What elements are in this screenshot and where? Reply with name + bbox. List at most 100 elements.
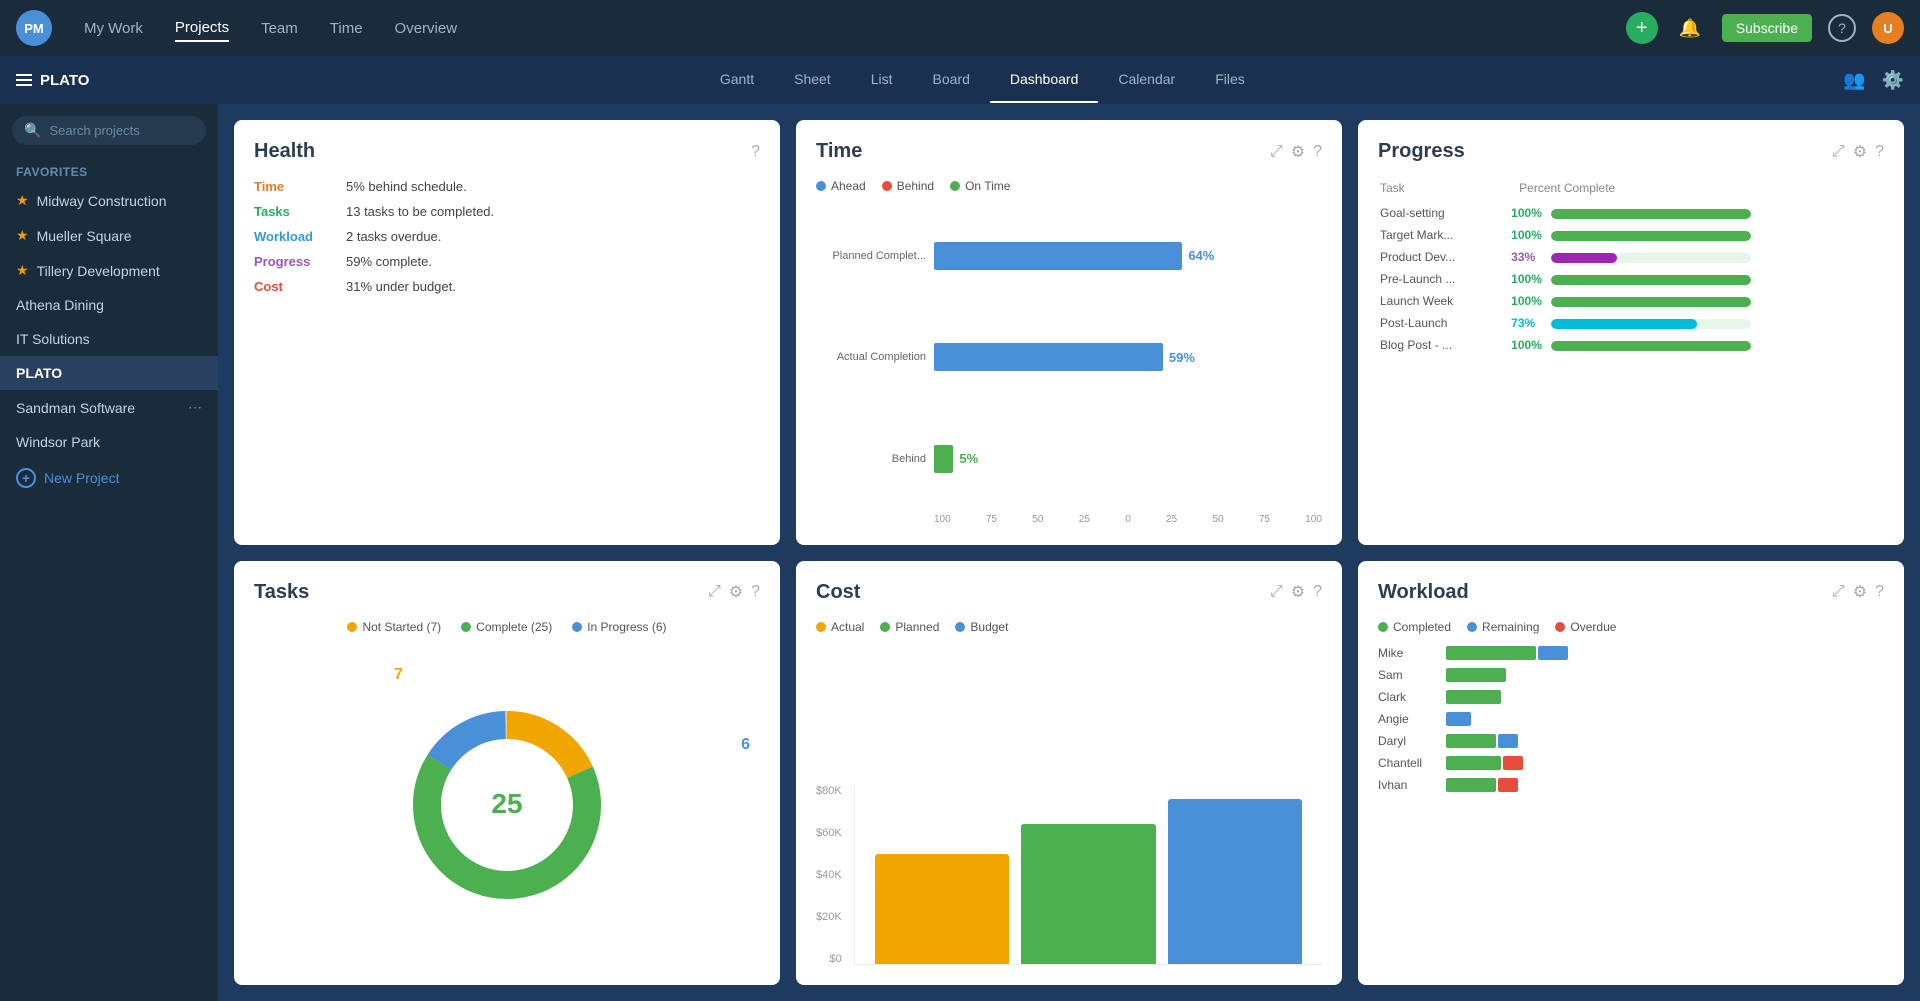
- logo[interactable]: PM: [16, 10, 52, 46]
- health-cost-label: Cost: [254, 279, 334, 294]
- tab-board[interactable]: Board: [913, 57, 990, 103]
- completed-dot: [1378, 622, 1388, 632]
- cost-chart: $80K $60K $40K $20K $0: [816, 646, 1322, 966]
- sidebar-item-it[interactable]: IT Solutions: [0, 322, 218, 356]
- sidebar-item-windsor[interactable]: Windsor Park: [0, 425, 218, 459]
- pct-bar-bg: [1551, 341, 1751, 351]
- tasks-settings-btn[interactable]: ⚙: [729, 582, 743, 602]
- overdue-label: Overdue: [1570, 620, 1616, 634]
- health-progress-row: Progress 59% complete.: [254, 254, 760, 269]
- workload-title: Workload: [1378, 581, 1832, 604]
- workload-card: Workload ⤢ ⚙ ? Completed Remaining: [1358, 561, 1904, 986]
- subscribe-button[interactable]: Subscribe: [1722, 14, 1812, 42]
- behind-pct: 5%: [959, 451, 978, 466]
- sidebar-item-label: IT Solutions: [16, 331, 90, 347]
- workload-settings-btn[interactable]: ⚙: [1853, 582, 1867, 602]
- task-pct-cell: 100%: [1511, 291, 1882, 311]
- nav-projects[interactable]: Projects: [175, 15, 229, 42]
- actual-dot: [816, 622, 826, 632]
- workload-person-row: Ivhan: [1378, 778, 1884, 792]
- sidebar-item-athena[interactable]: Athena Dining: [0, 288, 218, 322]
- remaining-label: Remaining: [1482, 620, 1539, 634]
- person-bars: [1446, 646, 1568, 660]
- add-icon[interactable]: +: [1626, 12, 1658, 44]
- health-time-row: Time 5% behind schedule.: [254, 179, 760, 194]
- sidebar-item-sandman[interactable]: Sandman Software ⋯: [0, 390, 218, 425]
- nav-team[interactable]: Team: [261, 16, 298, 41]
- task-name: Launch Week: [1380, 291, 1509, 311]
- sidebar-item-label: Mueller Square: [37, 228, 132, 244]
- legend-completed: Completed: [1378, 620, 1451, 634]
- progress-expand-btn[interactable]: ⤢: [1832, 143, 1845, 161]
- budget-bar: [1168, 799, 1302, 964]
- sub-nav: PLATO Gantt Sheet List Board Dashboard C…: [0, 56, 1920, 104]
- task-name: Pre-Launch ...: [1380, 269, 1509, 289]
- health-cost-row: Cost 31% under budget.: [254, 279, 760, 294]
- overdue-bar: [1503, 756, 1523, 770]
- nav-time[interactable]: Time: [330, 16, 363, 41]
- pct-bar-fill: [1551, 253, 1617, 263]
- workload-person-row: Mike: [1378, 646, 1884, 660]
- tasks-expand-btn[interactable]: ⤢: [708, 583, 721, 601]
- tab-gantt[interactable]: Gantt: [700, 57, 774, 103]
- person-bars: [1446, 668, 1506, 682]
- nav-overview[interactable]: Overview: [395, 16, 458, 41]
- workload-help-btn[interactable]: ?: [1875, 583, 1884, 601]
- pct-bar-fill: [1551, 319, 1697, 329]
- planned-bar-container: 64%: [934, 242, 1322, 270]
- pct-bar-bg: [1551, 209, 1751, 219]
- progress-title: Progress: [1378, 140, 1832, 163]
- legend-behind: Behind: [882, 179, 934, 193]
- tab-sheet[interactable]: Sheet: [774, 57, 851, 103]
- sidebar-item-plato[interactable]: PLATO: [0, 356, 218, 390]
- search-input[interactable]: [49, 123, 194, 138]
- donut-container: 25 7 6: [254, 646, 760, 966]
- tasks-card: Tasks ⤢ ⚙ ? Not Started (7) Complete (25…: [234, 561, 780, 986]
- task-pct-cell: 100%: [1511, 225, 1882, 245]
- progress-settings-btn[interactable]: ⚙: [1853, 142, 1867, 162]
- legend-complete: Complete (25): [461, 620, 552, 634]
- help-icon[interactable]: ?: [1828, 14, 1856, 42]
- tab-calendar[interactable]: Calendar: [1098, 57, 1195, 103]
- health-help-btn[interactable]: ?: [751, 143, 760, 161]
- collab-icon[interactable]: 👥: [1843, 70, 1865, 91]
- planned-label: Planned: [895, 620, 939, 634]
- more-icon[interactable]: ⋯: [188, 399, 202, 416]
- cost-actions: ⤢ ⚙ ?: [1270, 582, 1322, 602]
- time-settings-btn[interactable]: ⚙: [1291, 142, 1305, 162]
- sidebar-item-mueller[interactable]: ★ Mueller Square: [0, 218, 218, 253]
- inprogress-label: In Progress (6): [587, 620, 666, 634]
- settings-icon[interactable]: ⚙️: [1882, 70, 1904, 91]
- behind-bar-label: Behind: [816, 453, 926, 465]
- time-help-btn[interactable]: ?: [1313, 143, 1322, 161]
- workload-expand-btn[interactable]: ⤢: [1832, 583, 1845, 601]
- complete-label: Complete (25): [476, 620, 552, 634]
- cost-expand-btn[interactable]: ⤢: [1270, 583, 1283, 601]
- time-expand-btn[interactable]: ⤢: [1270, 143, 1283, 161]
- hamburger-icon[interactable]: [16, 74, 32, 86]
- user-avatar[interactable]: U: [1872, 12, 1904, 44]
- pct-label: 100%: [1511, 338, 1547, 352]
- star-icon: ★: [16, 192, 29, 209]
- sidebar-item-midway[interactable]: ★ Midway Construction: [0, 183, 218, 218]
- tab-list[interactable]: List: [851, 57, 913, 103]
- legend-ahead: Ahead: [816, 179, 866, 193]
- nav-my-work[interactable]: My Work: [84, 16, 143, 41]
- sidebar-item-tillery[interactable]: ★ Tillery Development: [0, 253, 218, 288]
- new-project-button[interactable]: + New Project: [0, 459, 218, 497]
- cost-settings-btn[interactable]: ⚙: [1291, 582, 1305, 602]
- ontime-dot: [950, 181, 960, 191]
- tab-dashboard[interactable]: Dashboard: [990, 57, 1099, 103]
- person-name: Sam: [1378, 668, 1438, 682]
- bell-icon[interactable]: 🔔: [1674, 12, 1706, 44]
- cost-help-btn[interactable]: ?: [1313, 583, 1322, 601]
- remaining-bar: [1538, 646, 1568, 660]
- pct-bar-fill: [1551, 209, 1751, 219]
- health-tasks-row: Tasks 13 tasks to be completed.: [254, 204, 760, 219]
- tab-files[interactable]: Files: [1195, 57, 1265, 103]
- progress-help-btn[interactable]: ?: [1875, 143, 1884, 161]
- pct-bar-bg: [1551, 253, 1751, 263]
- tasks-help-btn[interactable]: ?: [751, 583, 760, 601]
- task-pct-cell: 33%: [1511, 247, 1882, 267]
- y-label-20k: $20K: [816, 911, 842, 923]
